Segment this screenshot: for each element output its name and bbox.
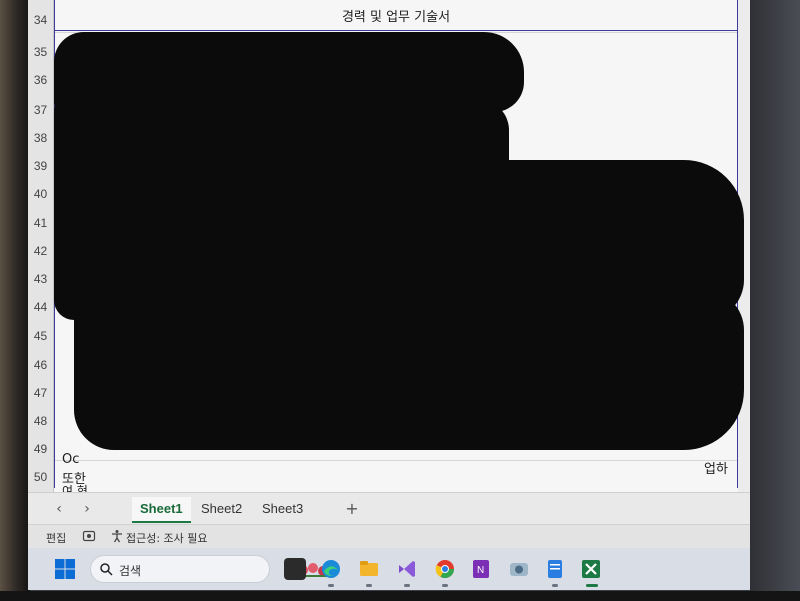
status-bar: 편집 접근성: 조사 필요 bbox=[28, 524, 750, 549]
row-header[interactable]: 41 bbox=[28, 209, 53, 237]
edge-icon[interactable] bbox=[320, 558, 342, 580]
row-header[interactable]: 36 bbox=[28, 66, 53, 94]
row-header[interactable]: 38 bbox=[28, 124, 53, 152]
tab-sheet2[interactable]: Sheet2 bbox=[193, 497, 250, 521]
edit-mode-label: 편집 bbox=[46, 532, 67, 545]
row-headers: 34 35 36 37 38 39 40 41 42 43 44 45 46 4… bbox=[28, 0, 54, 492]
monitor-bezel-right bbox=[750, 0, 800, 601]
document-title[interactable]: 경력 및 업무 기술서 bbox=[54, 6, 738, 31]
tab-sheet3[interactable]: Sheet3 bbox=[254, 497, 311, 521]
excel-window: 34 35 36 37 38 39 40 41 42 43 44 45 46 4… bbox=[28, 0, 750, 590]
row-header[interactable]: 35 bbox=[28, 38, 53, 66]
row-header[interactable]: 44 bbox=[28, 293, 53, 321]
onenote-icon[interactable]: N bbox=[470, 558, 492, 580]
row-header[interactable]: 34 bbox=[28, 6, 53, 34]
search-placeholder: 검색 bbox=[119, 564, 142, 578]
chrome-icon[interactable] bbox=[434, 558, 456, 580]
row-header[interactable]: 47 bbox=[28, 379, 53, 407]
add-sheet-button[interactable]: + bbox=[342, 497, 362, 521]
active-indicator bbox=[586, 584, 598, 587]
running-indicator bbox=[328, 584, 334, 587]
row-header[interactable]: 48 bbox=[28, 407, 53, 435]
row-header[interactable]: 43 bbox=[28, 265, 53, 293]
row-header[interactable]: 40 bbox=[28, 180, 53, 208]
cell-text-fragment: 업하 bbox=[704, 462, 728, 477]
taskbar-search[interactable]: 검색 bbox=[90, 555, 328, 583]
scroll-tabs-right-icon[interactable]: › bbox=[78, 500, 96, 518]
cell-text-fragment: Oc bbox=[62, 452, 80, 467]
accessibility-status[interactable]: 접근성: 조사 필요 bbox=[126, 530, 208, 546]
excel-icon[interactable] bbox=[580, 558, 602, 580]
running-indicator bbox=[442, 584, 448, 587]
sheet-tab-bar: ‹ › Sheet1 Sheet2 Sheet3 + bbox=[28, 492, 750, 525]
running-indicator bbox=[404, 584, 410, 587]
row-header[interactable]: 45 bbox=[28, 322, 53, 350]
camera-icon[interactable] bbox=[508, 558, 530, 580]
task-view-icon[interactable] bbox=[284, 558, 306, 580]
row-header[interactable]: 46 bbox=[28, 351, 53, 379]
running-indicator bbox=[366, 584, 372, 587]
tab-sheet1[interactable]: Sheet1 bbox=[132, 497, 191, 523]
windows-start-icon[interactable] bbox=[54, 558, 76, 580]
row-header[interactable]: 37 bbox=[28, 96, 53, 124]
scroll-tabs-left-icon[interactable]: ‹ bbox=[50, 500, 68, 518]
file-explorer-icon[interactable] bbox=[358, 558, 380, 580]
row-header[interactable]: 50 bbox=[28, 463, 53, 491]
notepad-icon[interactable] bbox=[544, 558, 566, 580]
cell-grid[interactable]: 경력 및 업무 기술서 Oc 또한 여 현 업하 bbox=[54, 0, 744, 498]
search-icon bbox=[100, 563, 113, 576]
row-header[interactable]: 49 bbox=[28, 435, 53, 463]
windows-taskbar: 검색 N bbox=[28, 548, 750, 590]
redaction-mark bbox=[74, 290, 744, 450]
svg-text:N: N bbox=[477, 565, 484, 576]
monitor-bezel-left bbox=[0, 0, 30, 601]
visual-studio-icon[interactable] bbox=[396, 558, 418, 580]
row-header[interactable]: 42 bbox=[28, 237, 53, 265]
accessibility-icon[interactable] bbox=[110, 529, 124, 543]
running-indicator bbox=[552, 584, 558, 587]
row-header[interactable]: 39 bbox=[28, 152, 53, 180]
macro-record-icon[interactable] bbox=[82, 529, 96, 543]
monitor-bezel-bottom bbox=[0, 591, 800, 601]
